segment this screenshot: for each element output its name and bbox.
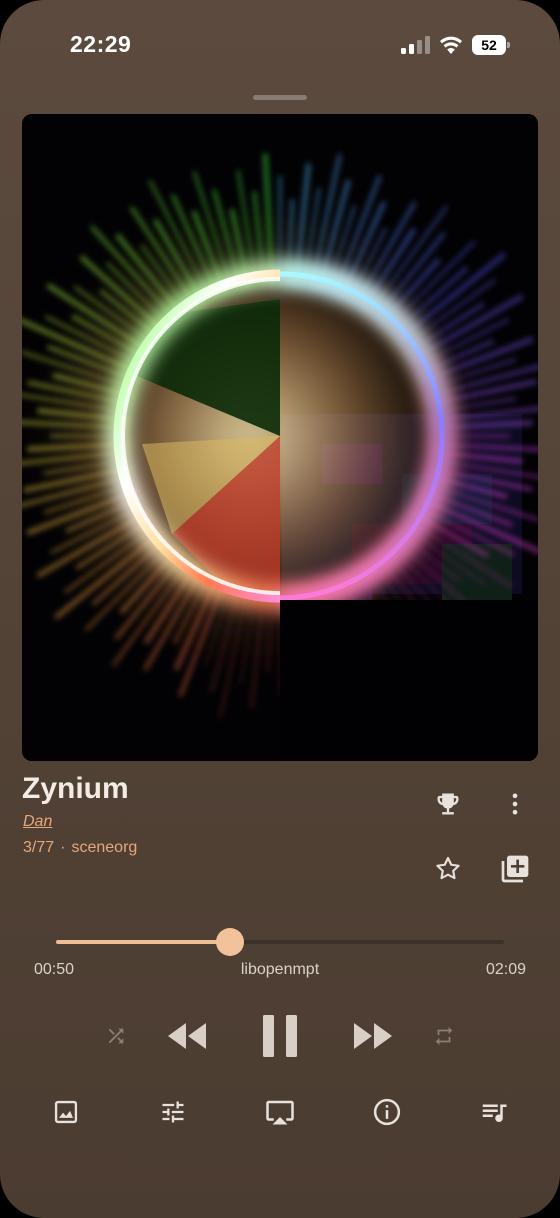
meta-separator: · — [60, 839, 66, 856]
equalizer-button[interactable] — [155, 1094, 191, 1130]
status-bar: 22:29 52 — [0, 0, 560, 90]
pause-icon — [263, 1015, 297, 1057]
play-pause-button[interactable] — [254, 1008, 306, 1064]
total-time: 02:09 — [485, 961, 526, 978]
wifi-icon — [440, 36, 462, 54]
artwork-button[interactable] — [48, 1094, 84, 1130]
shuffle-button[interactable] — [100, 1020, 132, 1052]
info-button[interactable] — [369, 1094, 405, 1130]
sheet-grabber[interactable] — [253, 95, 307, 100]
tune-icon — [162, 1101, 184, 1123]
track-title: Zynium — [22, 772, 129, 805]
progress-thumb[interactable] — [216, 928, 245, 956]
airplay-icon — [266, 1100, 294, 1125]
more-vertical-icon — [512, 793, 518, 815]
cellular-signal-icon — [401, 36, 430, 54]
previous-button[interactable] — [160, 1012, 214, 1060]
decoder-label: libopenmpt — [240, 961, 320, 978]
elapsed-time: 00:50 — [34, 961, 75, 978]
status-time: 22:29 — [70, 31, 132, 57]
queue-button[interactable] — [476, 1094, 512, 1130]
repeat-icon — [435, 1026, 453, 1046]
star-outline-icon — [436, 856, 460, 880]
image-icon — [54, 1100, 78, 1124]
progress-slider[interactable] — [56, 928, 504, 956]
battery-level: 52 — [481, 37, 497, 53]
repeat-button[interactable] — [428, 1020, 460, 1052]
next-button[interactable] — [346, 1012, 400, 1060]
trophy-button[interactable] — [430, 786, 466, 822]
battery-indicator: 52 — [472, 35, 510, 55]
library-add-icon — [501, 855, 529, 883]
more-options-button[interactable] — [497, 786, 533, 822]
visualizer-artwork — [22, 114, 538, 761]
track-meta: 3/77 · sceneorg — [23, 839, 137, 857]
queue-music-icon — [482, 1104, 507, 1122]
fast-forward-icon — [354, 1023, 392, 1049]
favorite-button[interactable] — [430, 851, 466, 887]
progress-fill — [56, 940, 231, 944]
rewind-icon — [168, 1023, 206, 1049]
battery-tip — [507, 42, 510, 48]
album-artwork[interactable] — [22, 114, 538, 761]
track-position: 3/77 — [23, 839, 55, 856]
player-screen: 22:29 52 Zynium Dan 3/77 · sceneorg 00:5… — [0, 0, 560, 1218]
info-icon — [373, 1098, 401, 1126]
track-artist-link[interactable]: Dan — [23, 813, 52, 831]
shuffle-icon — [108, 1028, 124, 1044]
track-source: sceneorg — [71, 839, 138, 856]
airplay-button[interactable] — [262, 1094, 298, 1130]
add-to-playlist-button[interactable] — [497, 851, 533, 887]
trophy-icon — [437, 793, 459, 815]
